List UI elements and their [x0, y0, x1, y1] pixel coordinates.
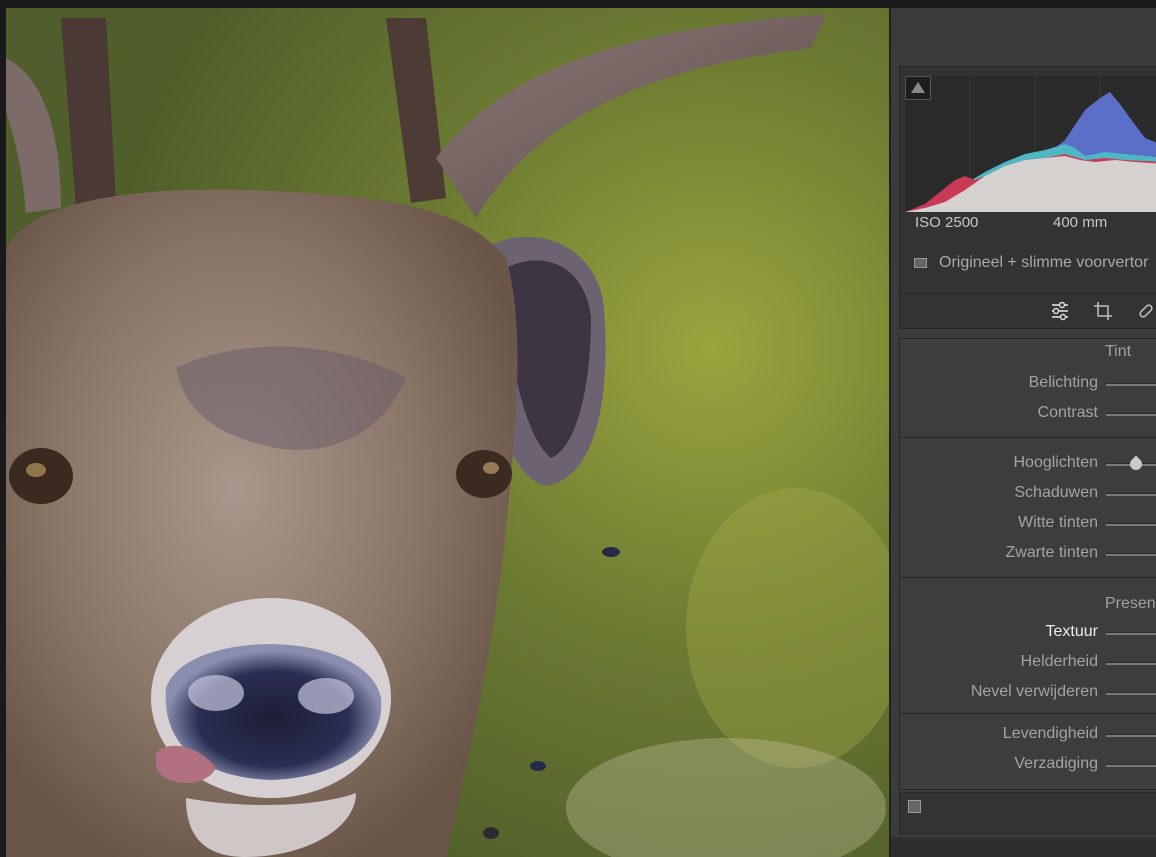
- slider-label-zwarte-tinten: Zwarte tinten: [1005, 544, 1098, 561]
- focal-length-value: 400 mm: [1053, 214, 1108, 231]
- tool-strip: [899, 293, 1156, 329]
- preview-icon: [914, 258, 927, 268]
- slider-textuur[interactable]: [1106, 632, 1156, 635]
- slider-levendigheid[interactable]: [1106, 734, 1156, 737]
- section-title-tint: Tint: [1105, 343, 1132, 360]
- photo-image: [6, 8, 889, 857]
- slider-label-verzadiging: Verzadiging: [1014, 755, 1098, 772]
- filmstrip-bar: [891, 837, 1156, 857]
- basic-adjustments-panel: Tint Belichting Contrast Hooglichten Sch…: [899, 338, 1156, 790]
- slider-belichting[interactable]: [1106, 383, 1156, 386]
- slider-verzadiging[interactable]: [1106, 764, 1156, 767]
- slider-thumb[interactable]: [1127, 455, 1145, 473]
- panel-toggle-icon: [908, 800, 921, 813]
- slider-label-schaduwen: Schaduwen: [1014, 484, 1098, 501]
- section-title-presence: Present: [1105, 595, 1156, 612]
- photo-canvas[interactable]: [6, 8, 889, 857]
- shadow-clipping-button[interactable]: [905, 76, 931, 100]
- heal-icon[interactable]: [1136, 301, 1156, 321]
- histogram: [905, 76, 1156, 212]
- slider-helderheid[interactable]: [1106, 662, 1156, 665]
- slider-schaduwen[interactable]: [1106, 493, 1156, 496]
- slider-nevel-verwijderen[interactable]: [1106, 692, 1156, 695]
- next-panel-header[interactable]: [899, 792, 1156, 834]
- slider-contrast[interactable]: [1106, 413, 1156, 416]
- iso-value: ISO 2500: [915, 214, 979, 231]
- slider-label-hooglichten: Hooglichten: [1013, 454, 1099, 471]
- develop-panel: ISO 2500 400 mm Origineel + slimme voorv…: [889, 8, 1156, 857]
- preview-label: Origineel + slimme voorvertor: [939, 254, 1149, 271]
- preview-toggle[interactable]: Origineel + slimme voorvertor: [914, 254, 1149, 272]
- slider-zwarte-tinten[interactable]: [1106, 553, 1156, 556]
- slider-label-nevel-verwijderen: Nevel verwijderen: [970, 683, 1098, 700]
- slider-label-textuur: Textuur: [1045, 623, 1098, 640]
- slider-label-helderheid: Helderheid: [1020, 653, 1098, 670]
- divider: [900, 437, 1156, 438]
- slider-label-levendigheid: Levendigheid: [1002, 725, 1098, 742]
- crop-icon[interactable]: [1093, 301, 1113, 321]
- slider-label-witte-tinten: Witte tinten: [1017, 514, 1098, 531]
- slider-label-belichting: Belichting: [1028, 374, 1098, 391]
- sliders-icon[interactable]: [1050, 301, 1070, 321]
- slider-witte-tinten[interactable]: [1106, 523, 1156, 526]
- divider: [900, 577, 1156, 578]
- slider-label-contrast: Contrast: [1037, 404, 1098, 421]
- divider: [900, 713, 1156, 714]
